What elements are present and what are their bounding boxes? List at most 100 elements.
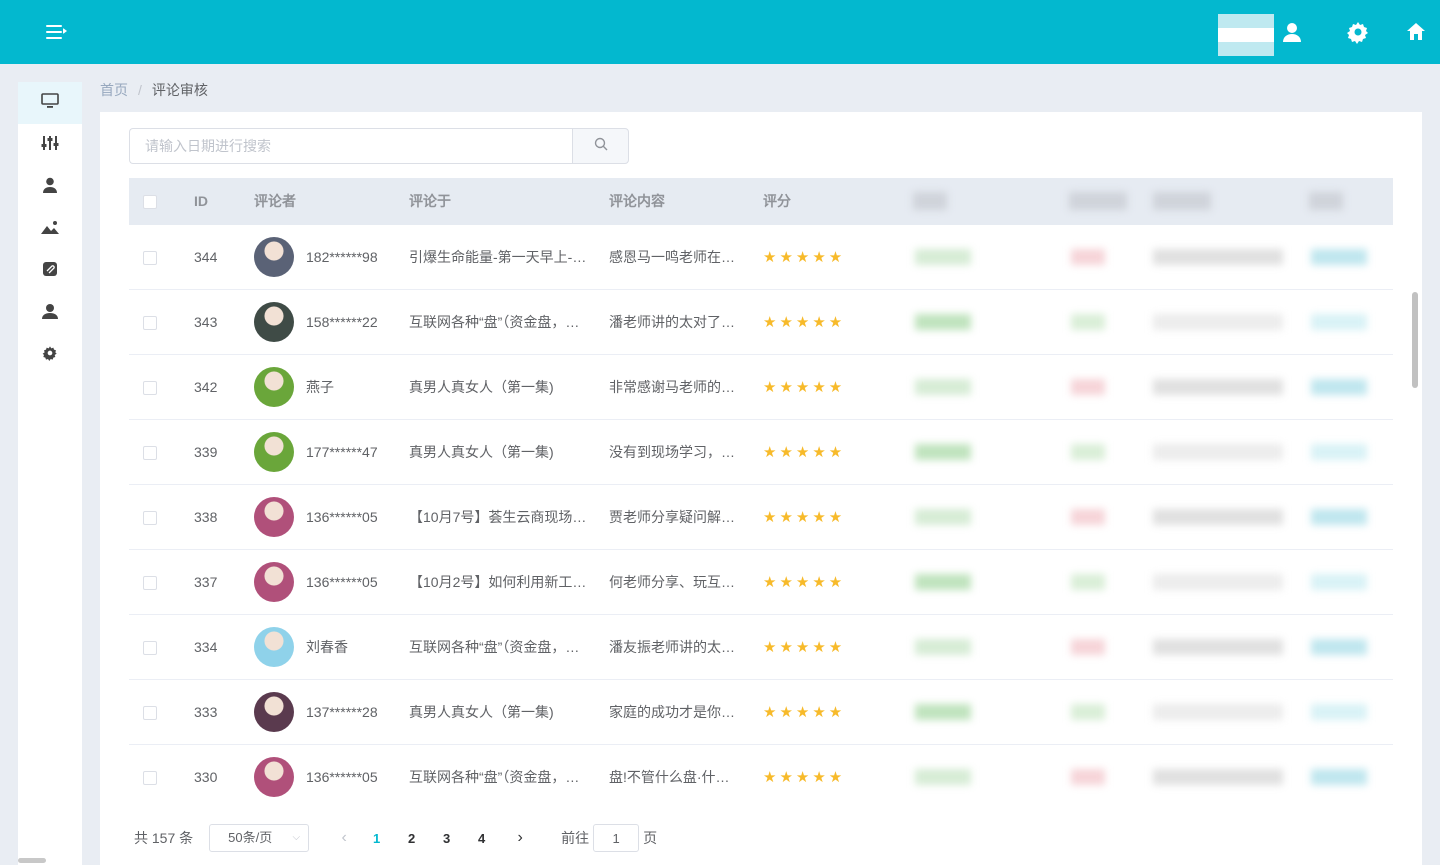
cell-reviewer: 136******05 xyxy=(306,574,378,590)
table-row[interactable]: 334 刘春香 互联网各种“盘”（资金盘，… 潘友振老师讲的太… ★★★★★ xyxy=(129,615,1393,680)
goto-page-input[interactable] xyxy=(593,824,640,852)
gear-icon[interactable] xyxy=(1346,20,1370,44)
cell-reviewer: 刘春香 xyxy=(306,639,348,655)
row-checkbox[interactable] xyxy=(143,446,157,461)
chevron-down-icon: ⌵ xyxy=(292,832,301,843)
cell-obscured xyxy=(915,704,971,720)
cell-content: 没有到现场学习，… xyxy=(609,444,735,460)
cell-obscured xyxy=(1071,379,1105,395)
search-button[interactable] xyxy=(572,128,629,164)
sidebar xyxy=(18,82,82,865)
next-page-button[interactable]: › xyxy=(505,829,535,847)
table-row[interactable]: 343 158******22 互联网各种“盘”（资金盘，… 潘老师讲的太对了… ★★★… xyxy=(129,290,1393,355)
select-all-checkbox[interactable] xyxy=(143,195,157,210)
cell-content: 贾老师分享疑问解… xyxy=(609,509,735,525)
cell-obscured xyxy=(1071,509,1105,525)
cell-obscured xyxy=(1153,769,1283,785)
prev-page-button[interactable]: ‹ xyxy=(329,829,359,847)
table-row[interactable]: 337 136******05 【10月2号】如何利用新工… 何老师分享、玩互… ★★★… xyxy=(129,550,1393,615)
cell-id: 330 xyxy=(194,769,218,785)
cell-obscured xyxy=(1153,379,1283,395)
table-row[interactable]: 338 136******05 【10月7号】荟生云商现场… 贾老师分享疑问解… ★★★… xyxy=(129,485,1393,550)
sidebar-item-dashboard[interactable] xyxy=(18,82,82,124)
cell-obscured xyxy=(1153,704,1283,720)
cell-reviewer: 137******28 xyxy=(306,704,378,720)
cell-obscured xyxy=(1153,574,1283,590)
sidebar-scrollbar[interactable] xyxy=(18,858,46,863)
cell-obscured xyxy=(1311,249,1367,265)
table-header: ID 评论者 评论于 评论内容 评分 xyxy=(129,178,1393,225)
cell-id: 333 xyxy=(194,704,218,720)
cell-rating: ★★★★★ xyxy=(763,444,846,461)
sidebar-item-profile[interactable] xyxy=(18,292,82,334)
sidebar-item-attachments[interactable] xyxy=(18,250,82,292)
cell-obscured xyxy=(1071,704,1105,720)
user-icon[interactable] xyxy=(1280,20,1304,44)
cell-obscured xyxy=(915,639,971,655)
table-scrollbar[interactable] xyxy=(1412,292,1418,388)
table-row[interactable]: 342 燕子 真男人真女人（第一集) 非常感谢马老师的… ★★★★★ xyxy=(129,355,1393,420)
column-header-obscured xyxy=(913,192,947,210)
column-header-obscured xyxy=(1069,192,1127,210)
cell-content: 非常感谢马老师的… xyxy=(609,379,735,395)
cell-reviewer: 182******98 xyxy=(306,249,378,265)
gear-icon xyxy=(42,345,58,366)
column-header-target[interactable]: 评论于 xyxy=(409,178,451,225)
page-3[interactable]: 3 xyxy=(429,831,464,846)
cell-obscured xyxy=(1153,639,1283,655)
image-icon xyxy=(41,220,59,239)
avatar xyxy=(254,367,294,407)
column-header-content[interactable]: 评论内容 xyxy=(609,178,665,225)
sliders-icon xyxy=(41,135,59,156)
cell-reviewer: 燕子 xyxy=(306,379,334,395)
user-name-badge[interactable] xyxy=(1218,14,1274,56)
sidebar-item-system-settings[interactable] xyxy=(18,334,82,376)
cell-id: 338 xyxy=(194,509,218,525)
cell-obscured xyxy=(915,444,971,460)
cell-obscured xyxy=(1311,704,1367,720)
cell-rating: ★★★★★ xyxy=(763,509,846,526)
cell-obscured xyxy=(1153,314,1283,330)
sidebar-item-users[interactable] xyxy=(18,166,82,208)
main-card: ID 评论者 评论于 评论内容 评分 344 182******98 引爆生命能量-… xyxy=(100,112,1422,865)
cell-obscured xyxy=(1311,639,1367,655)
row-checkbox[interactable] xyxy=(143,576,157,591)
column-header-id[interactable]: ID xyxy=(194,178,208,225)
table-row[interactable]: 339 177******47 真男人真女人（第一集) 没有到现场学习，… ★★★★★ xyxy=(129,420,1393,485)
cell-obscured xyxy=(915,509,971,525)
row-checkbox[interactable] xyxy=(143,316,157,331)
row-checkbox[interactable] xyxy=(143,771,157,786)
column-header-reviewer[interactable]: 评论者 xyxy=(254,178,296,225)
sidebar-item-images[interactable] xyxy=(18,208,82,250)
row-checkbox[interactable] xyxy=(143,381,157,396)
cell-obscured xyxy=(915,249,971,265)
home-icon[interactable] xyxy=(1404,20,1428,44)
cell-obscured xyxy=(1311,314,1367,330)
cell-id: 344 xyxy=(194,249,218,265)
page-4[interactable]: 4 xyxy=(464,831,499,846)
page-2[interactable]: 2 xyxy=(394,831,429,846)
menu-toggle-icon[interactable] xyxy=(46,22,68,42)
cell-rating: ★★★★★ xyxy=(763,249,846,266)
breadcrumb-home[interactable]: 首页 xyxy=(100,80,128,100)
search-input[interactable] xyxy=(129,128,572,164)
row-checkbox[interactable] xyxy=(143,511,157,526)
cell-obscured xyxy=(1153,249,1283,265)
page-size-select[interactable]: 50条/页 ⌵ xyxy=(209,824,310,852)
table-row[interactable]: 344 182******98 引爆生命能量-第一天早上-… 感恩马一鸣老师在… ★★★… xyxy=(129,225,1393,290)
table-row[interactable]: 333 137******28 真男人真女人（第一集) 家庭的成功才是你… ★★★★★ xyxy=(129,680,1393,745)
cell-id: 342 xyxy=(194,379,218,395)
column-header-rating[interactable]: 评分 xyxy=(763,178,791,225)
row-checkbox[interactable] xyxy=(143,641,157,656)
cell-obscured xyxy=(1311,509,1367,525)
row-checkbox[interactable] xyxy=(143,706,157,721)
avatar xyxy=(254,692,294,732)
cell-target: 【10月2号】如何利用新工… xyxy=(409,574,587,590)
cell-content: 感恩马一鸣老师在… xyxy=(609,249,735,265)
page-1[interactable]: 1 xyxy=(359,831,394,846)
sidebar-item-settings-sliders[interactable] xyxy=(18,124,82,166)
table-row[interactable]: 330 136******05 互联网各种“盘”（资金盘，… 盘!不管什么盘·什… ★★… xyxy=(129,745,1393,805)
search-icon xyxy=(594,137,608,156)
cell-obscured xyxy=(1311,574,1367,590)
row-checkbox[interactable] xyxy=(143,251,157,266)
